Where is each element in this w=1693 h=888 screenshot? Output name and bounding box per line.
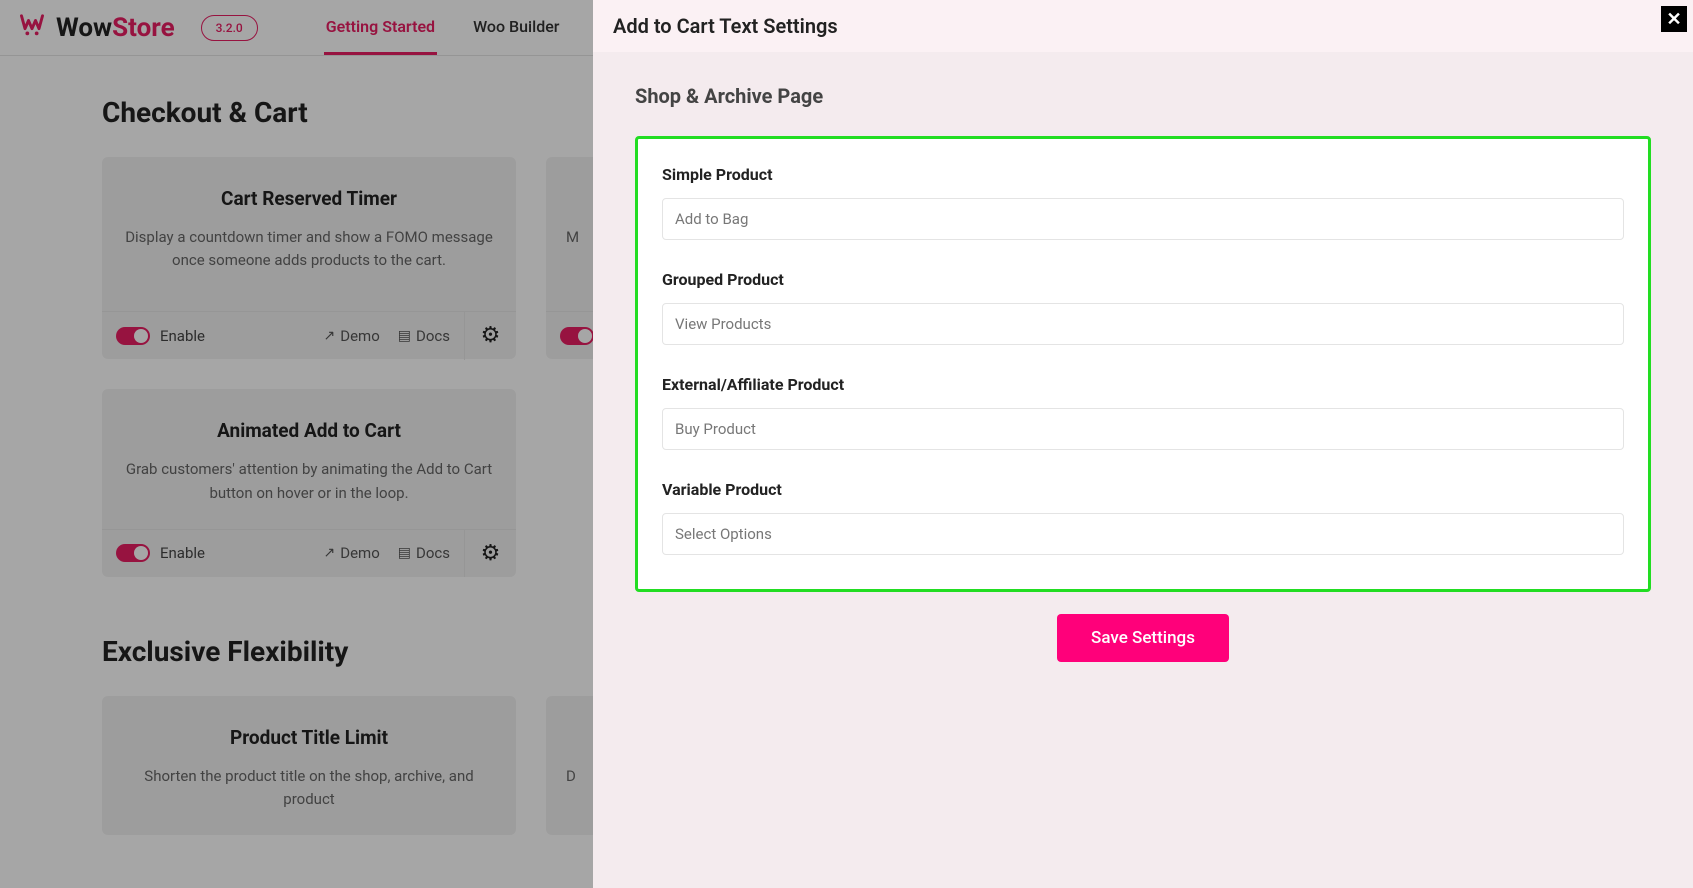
field-variable-product: Variable Product [662,480,1624,555]
panel-header: Add to Cart Text Settings [593,0,1693,52]
panel-footer: Save Settings [635,592,1651,690]
field-label: Variable Product [662,480,1624,499]
simple-product-input[interactable] [662,198,1624,240]
grouped-product-input[interactable] [662,303,1624,345]
panel-section-title: Shop & Archive Page [635,84,1651,108]
field-label: Grouped Product [662,270,1624,289]
variable-product-input[interactable] [662,513,1624,555]
external-product-input[interactable] [662,408,1624,450]
save-settings-button[interactable]: Save Settings [1057,614,1229,662]
highlight-box: Simple Product Grouped Product External/… [635,136,1651,592]
close-button[interactable]: ✕ [1661,6,1687,32]
panel-body: Shop & Archive Page Simple Product Group… [593,52,1693,888]
field-external-product: External/Affiliate Product [662,375,1624,450]
field-grouped-product: Grouped Product [662,270,1624,345]
field-simple-product: Simple Product [662,165,1624,240]
field-label: Simple Product [662,165,1624,184]
field-label: External/Affiliate Product [662,375,1624,394]
close-icon: ✕ [1666,9,1681,30]
settings-panel: Add to Cart Text Settings ✕ Shop & Archi… [593,0,1693,888]
panel-title: Add to Cart Text Settings [613,14,1673,38]
